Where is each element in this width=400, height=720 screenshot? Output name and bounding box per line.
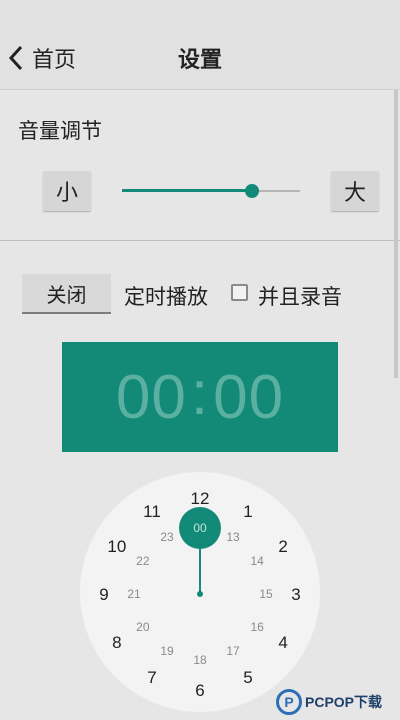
off-button[interactable]: 关闭 <box>22 274 111 314</box>
record-checkbox[interactable] <box>231 284 248 301</box>
display-colon: : <box>190 358 210 428</box>
clock-hour-3[interactable]: 3 <box>291 585 300 604</box>
volume-section: 音量调节 小 大 <box>0 91 400 241</box>
app-header: 首页 设置 <box>0 0 400 90</box>
record-label[interactable]: 并且录音 <box>258 281 342 311</box>
watermark: P PCPOP下载 <box>276 684 400 720</box>
clock-hour-15[interactable]: 15 <box>259 587 273 601</box>
volume-up-button[interactable]: 大 <box>331 171 379 211</box>
clock-hour-21[interactable]: 21 <box>127 587 141 601</box>
clock-hour-17[interactable]: 17 <box>226 644 240 658</box>
clock-hour-9[interactable]: 9 <box>99 585 108 604</box>
volume-title: 音量调节 <box>18 119 102 143</box>
timer-label: 定时播放 <box>124 285 208 309</box>
clock-hour-20[interactable]: 20 <box>136 620 150 634</box>
time-display: 00 : 00 <box>62 342 338 452</box>
clock-hour-13[interactable]: 13 <box>226 530 240 544</box>
clock-hour-16[interactable]: 16 <box>250 620 264 634</box>
clock-hour-4[interactable]: 4 <box>278 633 287 652</box>
slider-fill <box>122 189 252 192</box>
volume-slider[interactable] <box>122 184 300 198</box>
clock-center <box>197 591 203 597</box>
clock-hour-5[interactable]: 5 <box>243 668 252 687</box>
clock-hour-14[interactable]: 14 <box>250 554 264 568</box>
display-hours[interactable]: 00 <box>116 362 187 433</box>
clock-hour-10[interactable]: 10 <box>107 537 126 556</box>
timer-row: 关闭 定时播放 并且录音 <box>0 268 400 318</box>
clock-hour-11[interactable]: 11 <box>143 502 161 521</box>
clock-hour-6[interactable]: 6 <box>195 681 204 700</box>
watermark-text: PCPOP下载 <box>305 694 383 710</box>
clock-hour-19[interactable]: 19 <box>160 644 174 658</box>
slider-thumb[interactable] <box>244 184 259 198</box>
scroll-indicator <box>394 90 398 378</box>
page-title: 设置 <box>177 48 222 73</box>
clock-hour-1[interactable]: 1 <box>243 502 252 521</box>
display-minutes[interactable]: 00 <box>213 362 284 433</box>
clock-hour-12[interactable]: 12 <box>191 489 210 508</box>
volume-down-button[interactable]: 小 <box>43 171 91 211</box>
clock-hour-8[interactable]: 8 <box>112 633 121 652</box>
clock-hour-7[interactable]: 7 <box>147 668 156 687</box>
clock-hour-22[interactable]: 22 <box>136 554 150 568</box>
clock-hour-18[interactable]: 18 <box>193 653 207 667</box>
watermark-logo: P <box>276 689 302 715</box>
clock-hour-2[interactable]: 2 <box>278 537 287 556</box>
clock-hour-00[interactable]: 00 <box>193 521 207 535</box>
clock-hour-23[interactable]: 23 <box>160 530 174 544</box>
dial-svg: 121234567891011001314151617181920212223 <box>99 489 300 700</box>
hour-picker-dial[interactable]: 12 1 2 3 4 5 6 7 8 9 10 11 00 13 14 15 16 17 18 19 20 21 22 23 <box>80 472 320 712</box>
